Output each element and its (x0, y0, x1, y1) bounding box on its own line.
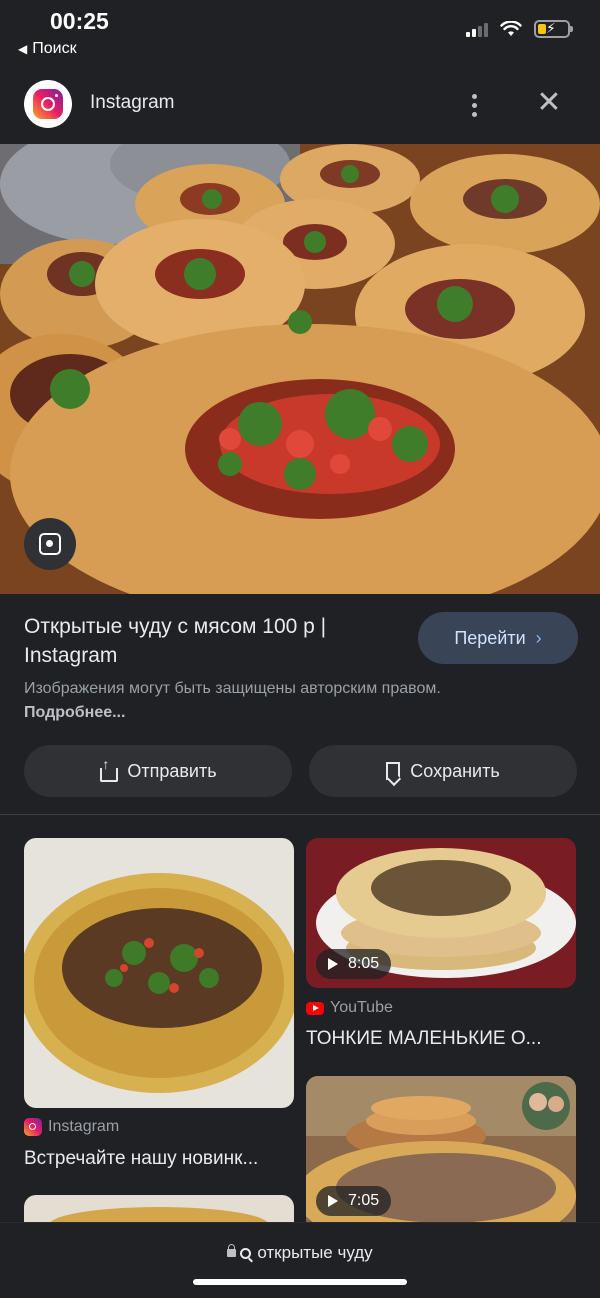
video-duration-badge: 7:05 (316, 1186, 392, 1216)
chevron-right-icon: › (535, 627, 542, 648)
query-text: открытые чуду (257, 1243, 373, 1262)
search-query-url[interactable]: открытые чуду (0, 1243, 600, 1263)
play-icon (328, 958, 338, 970)
back-arrow-icon: ◀ (18, 42, 28, 56)
bottom-address-bar: открытые чуду (0, 1222, 600, 1298)
source-label: Instagram (48, 1118, 120, 1135)
save-label: Сохранить (410, 760, 500, 781)
share-label: Отправить (127, 760, 217, 781)
related-title-2[interactable]: ТОНКИЕ МАЛЕНЬКИЕ О... (306, 1028, 576, 1050)
related-image-1[interactable] (24, 838, 294, 1108)
related-source-1: Instagram (24, 1118, 119, 1136)
clock: 00:25 (50, 8, 109, 34)
status-bar: 00:25 ◀ Поиск ⚡ (0, 0, 600, 66)
divider (0, 814, 600, 815)
copyright-notice: Изображения могут быть защищены авторски… (24, 677, 444, 725)
duration: 7:05 (348, 1192, 380, 1209)
close-button[interactable]: ✕ (534, 88, 564, 118)
source-header: Instagram ✕ (0, 66, 600, 144)
visit-button[interactable]: Перейти › (418, 612, 578, 664)
instagram-logo-icon (24, 80, 72, 128)
visit-label: Перейти (454, 627, 526, 648)
system-icons: ⚡ (466, 20, 573, 38)
share-icon (99, 756, 119, 782)
back-to-search-link[interactable]: ◀ Поиск (18, 40, 77, 58)
cellular-signal-icon (466, 21, 488, 37)
instagram-icon (24, 1118, 42, 1136)
play-icon (328, 1195, 338, 1207)
lock-icon (227, 1244, 237, 1257)
duration: 8:05 (348, 955, 380, 972)
related-title-1[interactable]: Встречайте нашу новинк... (24, 1148, 294, 1170)
main-image[interactable] (0, 144, 600, 594)
related-source-2: YouTube (306, 999, 393, 1017)
youtube-icon (306, 1001, 324, 1015)
learn-more-link[interactable]: Подробнее... (24, 704, 125, 721)
source-label: YouTube (330, 999, 393, 1016)
bookmark-icon (386, 762, 401, 780)
battery-icon: ⚡ (534, 20, 573, 38)
more-options-button[interactable] (462, 88, 486, 122)
back-label: Поиск (32, 40, 77, 57)
copyright-text: Изображения могут быть защищены авторски… (24, 680, 441, 697)
visual-search-icon[interactable] (24, 518, 76, 570)
source-name: Instagram (90, 92, 175, 113)
wifi-icon (500, 21, 522, 36)
share-button[interactable]: Отправить (24, 745, 292, 797)
home-indicator[interactable] (193, 1279, 407, 1285)
related-image-4[interactable] (24, 1195, 294, 1222)
search-icon (240, 1248, 252, 1259)
save-button[interactable]: Сохранить (309, 745, 577, 797)
result-title: Открытые чуду с мясом 100 р | Instagram (24, 615, 327, 667)
video-duration-badge: 8:05 (316, 949, 392, 979)
